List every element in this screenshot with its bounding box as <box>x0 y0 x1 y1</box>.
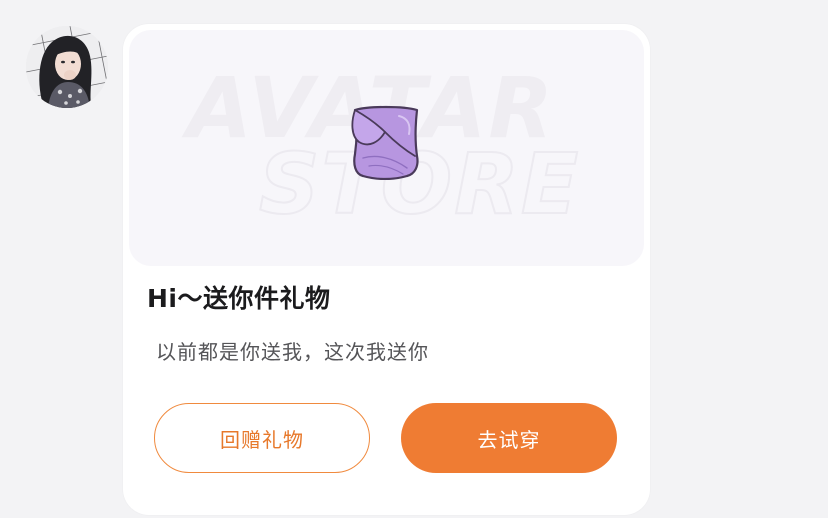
try-on-button[interactable]: 去试穿 <box>401 403 617 473</box>
gift-subtitle: 以前都是你送我，这次我送你 <box>156 340 429 364</box>
return-gift-button[interactable]: 回赠礼物 <box>154 403 370 473</box>
sender-avatar[interactable] <box>26 26 108 108</box>
gift-banner: AVATAR STORE <box>129 30 644 266</box>
avatar-photo <box>26 26 108 108</box>
gift-title: Hi～送你件礼物 <box>147 284 331 313</box>
gift-message-card: AVATAR STORE Hi～送你件礼物 以前都是你送我，这次我送你 回赠礼物… <box>123 24 650 515</box>
purple-tube-top-icon[interactable] <box>349 102 423 180</box>
